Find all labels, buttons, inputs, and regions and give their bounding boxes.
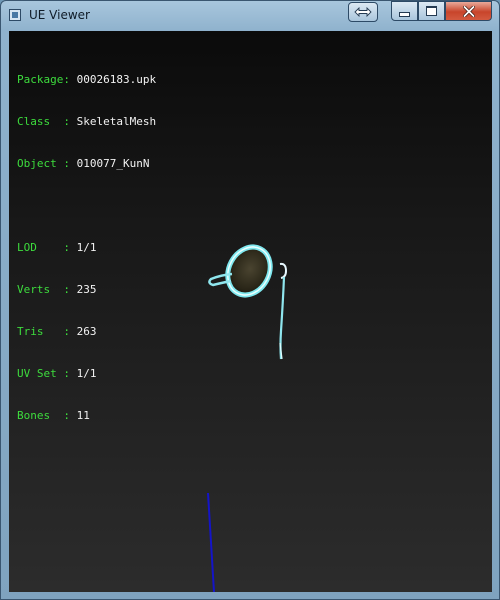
maximize-button[interactable]	[418, 1, 445, 21]
resize-arrows-icon	[354, 7, 372, 17]
window-title: UE Viewer	[29, 8, 90, 22]
minimize-button[interactable]	[391, 1, 418, 21]
maximize-icon	[426, 6, 437, 16]
3d-viewport[interactable]: Package: 00026183.upk Class : SkeletalMe…	[9, 31, 492, 592]
axis-line	[207, 492, 215, 592]
minimize-icon	[399, 11, 410, 17]
resize-button[interactable]	[348, 2, 378, 22]
app-icon	[9, 9, 21, 21]
close-icon	[462, 5, 475, 17]
monocle-mesh	[208, 244, 288, 360]
app-window: UE Viewer Package: 00026183.upk Class : …	[0, 0, 500, 600]
close-button[interactable]	[445, 1, 492, 21]
mesh-render	[207, 244, 288, 592]
title-bar[interactable]: UE Viewer	[1, 1, 499, 31]
